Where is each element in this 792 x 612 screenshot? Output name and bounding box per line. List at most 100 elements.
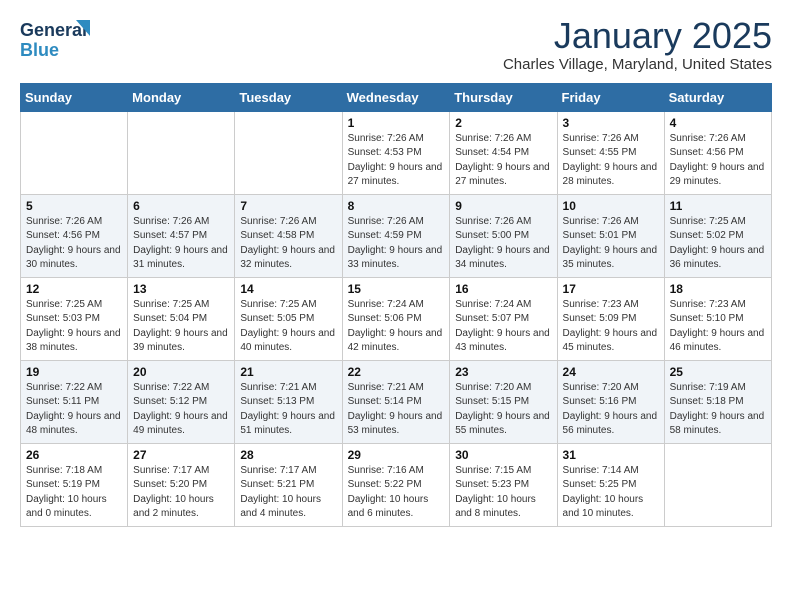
day-number: 9 xyxy=(455,199,551,213)
day-number: 25 xyxy=(670,365,766,379)
svg-text:General: General xyxy=(20,20,87,40)
cell-week4-day6: 25 Sunrise: 7:19 AMSunset: 5:18 PMDayligh… xyxy=(664,360,771,443)
day-number: 1 xyxy=(348,116,445,130)
day-info: Sunrise: 7:24 AMSunset: 5:07 PMDaylight:… xyxy=(455,298,551,356)
svg-text:Blue: Blue xyxy=(20,40,59,60)
month-title: January 2025 xyxy=(503,16,772,56)
day-number: 26 xyxy=(26,448,122,462)
cell-week5-day4: 30Sunrise: 7:15 AMSunset: 5:23 PMDayligh… xyxy=(450,443,557,526)
cell-week5-day0: 26 Sunrise: 7:18 AMSunset: 5:19 PMDayligh… xyxy=(21,443,128,526)
cell-week3-day4: 16 Sunrise: 7:24 AMSunset: 5:07 PMDayligh… xyxy=(450,277,557,360)
day-info: Sunrise: 7:26 AMSunset: 5:00 PMDaylight:… xyxy=(455,215,551,273)
day-info: Sunrise: 7:17 AMSunset: 5:21 PMDaylight:… xyxy=(240,464,336,522)
day-info: Sunrise: 7:26 AMSunset: 4:55 PMDaylight:… xyxy=(563,132,659,190)
day-number: 4 xyxy=(670,116,766,130)
header-thursday: Thursday xyxy=(450,83,557,111)
day-info: Sunrise: 7:26 AMSunset: 4:56 PMDaylight:… xyxy=(26,215,122,273)
cell-week2-day2: 7Sunrise: 7:26 AMSunset: 4:58 PMDaylight… xyxy=(235,194,342,277)
day-number: 22 xyxy=(348,365,445,379)
cell-week5-day5: 31 Sunrise: 7:14 AMSunset: 5:25 PMDayligh… xyxy=(557,443,664,526)
day-info: Sunrise: 7:26 AMSunset: 4:59 PMDaylight:… xyxy=(348,215,445,273)
day-number: 19 xyxy=(26,365,122,379)
day-info: Sunrise: 7:23 AMSunset: 5:10 PMDaylight:… xyxy=(670,298,766,356)
day-info: Sunrise: 7:25 AMSunset: 5:05 PMDaylight:… xyxy=(240,298,336,356)
cell-week1-day5: 3Sunrise: 7:26 AMSunset: 4:55 PMDaylight… xyxy=(557,111,664,194)
cell-week1-day4: 2 Sunrise: 7:26 AMSunset: 4:54 PMDaylight… xyxy=(450,111,557,194)
day-info: Sunrise: 7:17 AMSunset: 5:20 PMDaylight:… xyxy=(133,464,229,522)
cell-week4-day1: 20 Sunrise: 7:22 AMSunset: 5:12 PMDayligh… xyxy=(128,360,235,443)
cell-week4-day0: 19Sunrise: 7:22 AMSunset: 5:11 PMDayligh… xyxy=(21,360,128,443)
header: GeneralBlue January 2025 Charles Village… xyxy=(20,16,772,73)
cell-week2-day5: 10 Sunrise: 7:26 AMSunset: 5:01 PMDayligh… xyxy=(557,194,664,277)
cell-week1-day3: 1 Sunrise: 7:26 AMSunset: 4:53 PMDaylight… xyxy=(342,111,450,194)
day-number: 28 xyxy=(240,448,336,462)
day-number: 27 xyxy=(133,448,229,462)
day-number: 11 xyxy=(670,199,766,213)
day-number: 13 xyxy=(133,282,229,296)
cell-week2-day0: 5 Sunrise: 7:26 AMSunset: 4:56 PMDaylight… xyxy=(21,194,128,277)
week-row-1: 1 Sunrise: 7:26 AMSunset: 4:53 PMDaylight… xyxy=(21,111,772,194)
cell-week2-day4: 9 Sunrise: 7:26 AMSunset: 5:00 PMDaylight… xyxy=(450,194,557,277)
day-info: Sunrise: 7:19 AMSunset: 5:18 PMDaylight:… xyxy=(670,381,766,439)
header-saturday: Saturday xyxy=(664,83,771,111)
cell-week3-day2: 14Sunrise: 7:25 AMSunset: 5:05 PMDayligh… xyxy=(235,277,342,360)
day-number: 2 xyxy=(455,116,551,130)
header-sunday: Sunday xyxy=(21,83,128,111)
day-info: Sunrise: 7:14 AMSunset: 5:25 PMDaylight:… xyxy=(563,464,659,522)
day-info: Sunrise: 7:24 AMSunset: 5:06 PMDaylight:… xyxy=(348,298,445,356)
cell-week3-day1: 13 Sunrise: 7:25 AMSunset: 5:04 PMDayligh… xyxy=(128,277,235,360)
cell-week1-day2 xyxy=(235,111,342,194)
day-info: Sunrise: 7:25 AMSunset: 5:04 PMDaylight:… xyxy=(133,298,229,356)
calendar: Sunday Monday Tuesday Wednesday Thursday… xyxy=(20,83,772,527)
week-row-5: 26 Sunrise: 7:18 AMSunset: 5:19 PMDayligh… xyxy=(21,443,772,526)
day-info: Sunrise: 7:20 AMSunset: 5:16 PMDaylight:… xyxy=(563,381,659,439)
weekday-header-row: Sunday Monday Tuesday Wednesday Thursday… xyxy=(21,83,772,111)
cell-week4-day4: 23Sunrise: 7:20 AMSunset: 5:15 PMDayligh… xyxy=(450,360,557,443)
day-number: 20 xyxy=(133,365,229,379)
day-number: 31 xyxy=(563,448,659,462)
cell-week4-day5: 24 Sunrise: 7:20 AMSunset: 5:16 PMDayligh… xyxy=(557,360,664,443)
cell-week3-day5: 17Sunrise: 7:23 AMSunset: 5:09 PMDayligh… xyxy=(557,277,664,360)
cell-week2-day6: 11 Sunrise: 7:25 AMSunset: 5:02 PMDayligh… xyxy=(664,194,771,277)
week-row-3: 12 Sunrise: 7:25 AMSunset: 5:03 PMDayligh… xyxy=(21,277,772,360)
cell-week5-day6 xyxy=(664,443,771,526)
day-number: 5 xyxy=(26,199,122,213)
day-info: Sunrise: 7:26 AMSunset: 4:53 PMDaylight:… xyxy=(348,132,445,190)
cell-week5-day1: 27 Sunrise: 7:17 AMSunset: 5:20 PMDayligh… xyxy=(128,443,235,526)
day-info: Sunrise: 7:16 AMSunset: 5:22 PMDaylight:… xyxy=(348,464,445,522)
day-info: Sunrise: 7:25 AMSunset: 5:02 PMDaylight:… xyxy=(670,215,766,273)
day-number: 30 xyxy=(455,448,551,462)
day-info: Sunrise: 7:21 AMSunset: 5:13 PMDaylight:… xyxy=(240,381,336,439)
page: GeneralBlue January 2025 Charles Village… xyxy=(0,0,792,547)
cell-week1-day1 xyxy=(128,111,235,194)
day-info: Sunrise: 7:26 AMSunset: 4:56 PMDaylight:… xyxy=(670,132,766,190)
day-info: Sunrise: 7:25 AMSunset: 5:03 PMDaylight:… xyxy=(26,298,122,356)
logo-svg: GeneralBlue xyxy=(20,16,90,60)
week-row-4: 19Sunrise: 7:22 AMSunset: 5:11 PMDayligh… xyxy=(21,360,772,443)
header-monday: Monday xyxy=(128,83,235,111)
day-number: 16 xyxy=(455,282,551,296)
location-subtitle: Charles Village, Maryland, United States xyxy=(503,56,772,73)
day-number: 23 xyxy=(455,365,551,379)
day-info: Sunrise: 7:26 AMSunset: 4:58 PMDaylight:… xyxy=(240,215,336,273)
day-info: Sunrise: 7:18 AMSunset: 5:19 PMDaylight:… xyxy=(26,464,122,522)
cell-week5-day3: 29 Sunrise: 7:16 AMSunset: 5:22 PMDayligh… xyxy=(342,443,450,526)
day-number: 12 xyxy=(26,282,122,296)
day-info: Sunrise: 7:22 AMSunset: 5:12 PMDaylight:… xyxy=(133,381,229,439)
cell-week4-day3: 22 Sunrise: 7:21 AMSunset: 5:14 PMDayligh… xyxy=(342,360,450,443)
cell-week1-day6: 4 Sunrise: 7:26 AMSunset: 4:56 PMDaylight… xyxy=(664,111,771,194)
day-info: Sunrise: 7:23 AMSunset: 5:09 PMDaylight:… xyxy=(563,298,659,356)
day-number: 10 xyxy=(563,199,659,213)
week-row-2: 5 Sunrise: 7:26 AMSunset: 4:56 PMDaylight… xyxy=(21,194,772,277)
day-info: Sunrise: 7:26 AMSunset: 4:57 PMDaylight:… xyxy=(133,215,229,273)
day-info: Sunrise: 7:26 AMSunset: 5:01 PMDaylight:… xyxy=(563,215,659,273)
cell-week4-day2: 21Sunrise: 7:21 AMSunset: 5:13 PMDayligh… xyxy=(235,360,342,443)
cell-week3-day0: 12 Sunrise: 7:25 AMSunset: 5:03 PMDayligh… xyxy=(21,277,128,360)
cell-week3-day3: 15Sunrise: 7:24 AMSunset: 5:06 PMDayligh… xyxy=(342,277,450,360)
day-info: Sunrise: 7:26 AMSunset: 4:54 PMDaylight:… xyxy=(455,132,551,190)
cell-week2-day3: 8Sunrise: 7:26 AMSunset: 4:59 PMDaylight… xyxy=(342,194,450,277)
day-number: 24 xyxy=(563,365,659,379)
cell-week5-day2: 28 Sunrise: 7:17 AMSunset: 5:21 PMDayligh… xyxy=(235,443,342,526)
day-number: 29 xyxy=(348,448,445,462)
day-info: Sunrise: 7:21 AMSunset: 5:14 PMDaylight:… xyxy=(348,381,445,439)
